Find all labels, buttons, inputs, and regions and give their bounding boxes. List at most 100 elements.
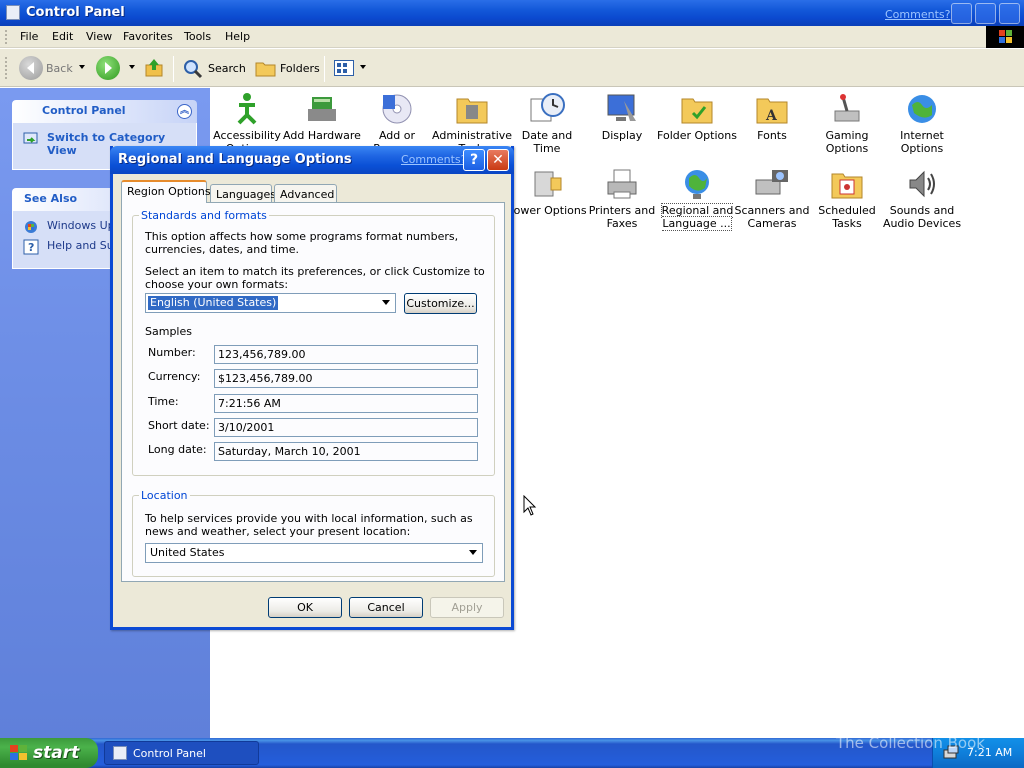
menu-help[interactable]: Help [225, 30, 250, 43]
forward-icon[interactable] [96, 56, 120, 80]
sample-short-date-value: 3/10/2001 [214, 418, 478, 437]
icon-power-options[interactable]: Power Options [507, 166, 587, 217]
icon-printers-and-faxes[interactable]: Printers and Faxes [582, 166, 662, 230]
location-select[interactable]: United States [145, 543, 483, 563]
close-button[interactable] [999, 3, 1020, 24]
globe-icon [679, 166, 715, 202]
location-group: Location To help services provide you wi… [132, 489, 495, 577]
power-options-icon [529, 166, 565, 202]
region-options-panel: Standards and formats This option affect… [121, 202, 505, 582]
icon-internet-options[interactable]: Internet Options [882, 91, 962, 155]
standards-group: Standards and formats This option affect… [132, 209, 495, 476]
collapse-chevron-icon[interactable]: ︽ [177, 104, 192, 119]
menu-favorites[interactable]: Favorites [123, 30, 173, 43]
control-panel-box-title: Control Panel [42, 104, 126, 117]
chevron-down-icon[interactable] [378, 295, 394, 311]
ok-button[interactable]: OK [268, 597, 342, 618]
sample-currency-label: Currency: [148, 370, 201, 383]
icon-folder-options[interactable]: Folder Options [657, 91, 737, 142]
minimize-button[interactable] [951, 3, 972, 24]
search-icon[interactable] [182, 58, 204, 80]
date-time-icon [529, 91, 565, 127]
location-title: Location [139, 489, 190, 502]
scanner-camera-icon [754, 166, 790, 202]
dialog-comments-link[interactable]: Comments? [401, 153, 466, 166]
internet-options-icon [904, 91, 940, 127]
tab-region-options[interactable]: Region Options [121, 180, 211, 203]
svg-text:?: ? [28, 241, 34, 254]
toolbar: Back Search Folders [0, 49, 1024, 87]
toolbar-grip [5, 57, 7, 79]
comments-link[interactable]: Comments? [885, 8, 950, 21]
add-remove-programs-icon [379, 91, 415, 127]
menu-view[interactable]: View [86, 30, 112, 43]
regional-language-dialog: Regional and Language Options Comments? … [110, 146, 514, 630]
control-panel-icon [6, 5, 20, 20]
close-icon[interactable]: ✕ [487, 149, 509, 171]
control-panel-icon [113, 746, 127, 760]
icon-administrative-tools[interactable]: Administrative Tools [432, 91, 512, 146]
up-folder-icon[interactable] [144, 58, 164, 78]
windows-flag-icon [10, 745, 27, 761]
menu-tools[interactable]: Tools [184, 30, 211, 43]
folders-icon[interactable] [255, 59, 277, 77]
cancel-button[interactable]: Cancel [349, 597, 423, 618]
dialog-title: Regional and Language Options [118, 152, 352, 167]
window-title: Control Panel [26, 5, 125, 20]
views-icon[interactable] [334, 60, 354, 76]
back-button[interactable]: Back [46, 62, 73, 75]
icon-add-hardware[interactable]: Add Hardware [282, 91, 362, 142]
customize-button[interactable]: Customize... [404, 293, 477, 314]
tab-advanced[interactable]: Advanced [274, 184, 337, 203]
dialog-title-bar[interactable]: Regional and Language Options Comments? … [110, 146, 514, 174]
tab-languages[interactable]: Languages [210, 184, 276, 203]
apply-button[interactable]: Apply [430, 597, 504, 618]
format-select[interactable]: English (United States) [145, 293, 396, 313]
switch-view-icon [23, 131, 39, 147]
icon-scheduled-tasks[interactable]: Scheduled Tasks [807, 166, 887, 230]
icon-scanners-and-cameras[interactable]: Scanners and Cameras [732, 166, 812, 230]
administrative-tools-icon [454, 91, 490, 127]
svg-text:A: A [765, 108, 778, 124]
icon-gaming-options[interactable]: Gaming Options [807, 91, 887, 155]
search-button[interactable]: Search [208, 62, 246, 75]
chevron-down-icon[interactable] [465, 545, 481, 561]
taskbar-item-control-panel[interactable]: Control Panel [104, 741, 259, 765]
icon-add-or-remove[interactable]: Add or Remov... [357, 91, 437, 146]
sample-long-date-label: Long date: [148, 443, 207, 456]
sample-number-label: Number: [148, 346, 196, 359]
location-select-value: United States [150, 546, 225, 559]
help-icon: ? [23, 239, 39, 255]
menu-file[interactable]: File [20, 30, 38, 43]
windows-update-icon [23, 219, 39, 235]
sample-long-date-value: Saturday, March 10, 2001 [214, 442, 478, 461]
standards-title: Standards and formats [139, 209, 269, 222]
windows-logo [986, 26, 1024, 48]
sample-time-value: 7:21:56 AM [214, 394, 478, 413]
icon-fonts[interactable]: A Fonts [732, 91, 812, 142]
icon-regional-and-language[interactable]: Regional and Language ... [657, 166, 737, 231]
start-label: start [33, 743, 80, 763]
menu-edit[interactable]: Edit [52, 30, 73, 43]
forward-dropdown-icon[interactable] [129, 65, 135, 69]
back-dropdown-icon[interactable] [79, 65, 85, 69]
maximize-button[interactable] [975, 3, 996, 24]
speaker-icon [904, 166, 940, 202]
sample-number-value: 123,456,789.00 [214, 345, 478, 364]
views-dropdown-icon[interactable] [360, 65, 366, 69]
mouse-cursor-icon [523, 494, 537, 517]
add-hardware-icon [304, 91, 340, 127]
watermark: The Collection Book [836, 734, 985, 752]
icon-date-and-time[interactable]: Date and Time [507, 91, 587, 155]
sample-short-date-label: Short date: [148, 419, 210, 432]
back-icon[interactable] [19, 56, 43, 80]
help-icon[interactable]: ? [463, 149, 485, 171]
standards-description: This option affects how some programs fo… [145, 230, 459, 256]
icon-sounds-and-audio[interactable]: Sounds and Audio Devices [882, 166, 962, 230]
accessibility-icon [229, 91, 265, 127]
sample-currency-value: $123,456,789.00 [214, 369, 478, 388]
window-title-bar[interactable]: Control Panel Comments? [0, 0, 1024, 26]
start-button[interactable]: start [0, 738, 98, 768]
folders-button[interactable]: Folders [280, 62, 320, 75]
icon-display[interactable]: Display [582, 91, 662, 142]
